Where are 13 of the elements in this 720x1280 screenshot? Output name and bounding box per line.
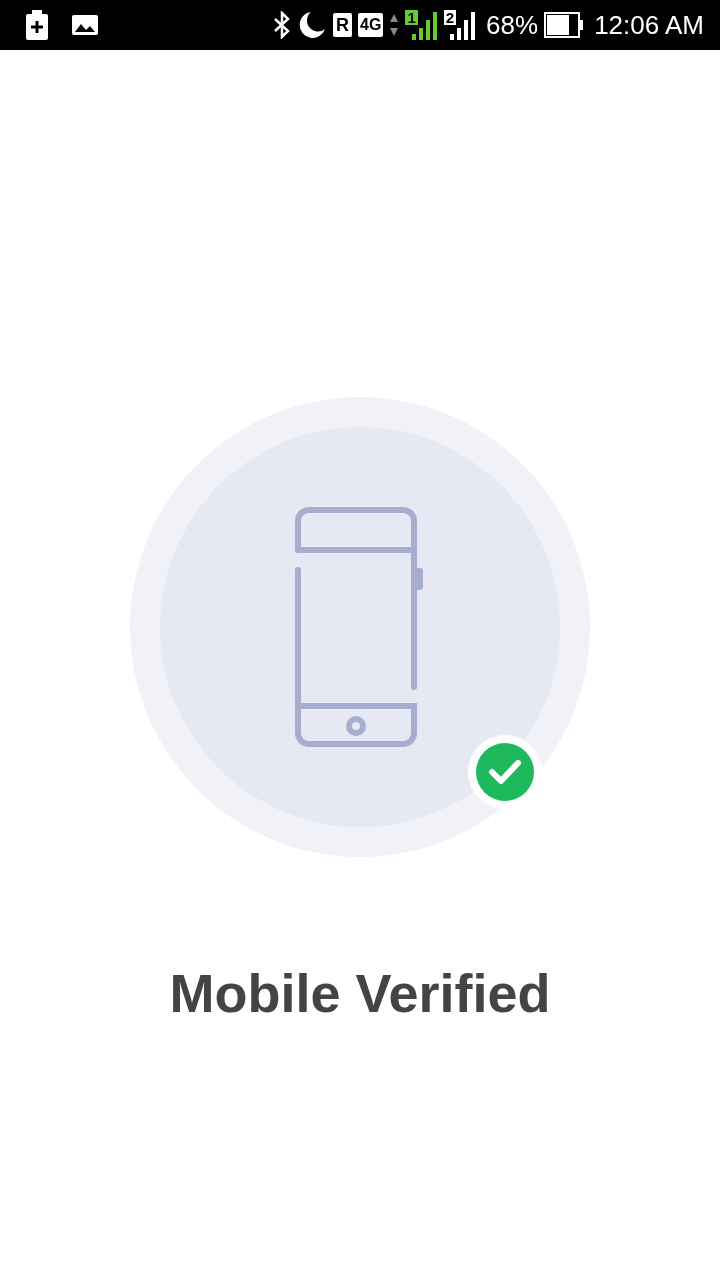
battery-charging-icon [26, 10, 48, 40]
battery-icon [544, 12, 585, 38]
network-type: 4G [358, 13, 384, 37]
sim-label: 1 [405, 10, 418, 25]
roaming-indicator: R [333, 13, 353, 37]
clock: 12:06 AM [594, 9, 704, 41]
verified-title: Mobile Verified [169, 962, 551, 1025]
image-icon [72, 15, 98, 35]
sim-label: 2 [443, 10, 457, 25]
moon-icon [297, 10, 328, 40]
bluetooth-icon [273, 11, 292, 39]
data-arrows-icon [389, 12, 400, 38]
battery-percent: 68% [486, 9, 539, 41]
